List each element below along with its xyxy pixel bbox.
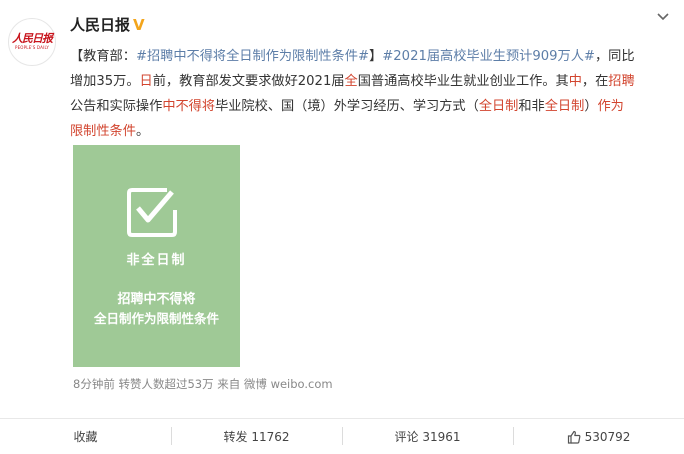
favorite-label: 收藏	[73, 430, 98, 444]
post-text-line: 【教育部：#招聘中不得将全日制作为限制性条件#】#2021届高校毕业生预计909…	[70, 44, 676, 69]
highlighted-text: 限制性条件	[70, 124, 136, 139]
highlighted-text: 全日制	[478, 99, 519, 114]
post-text-segment: 毕业院校、国（境）外学习经历、学习方式（	[215, 99, 479, 114]
post-text-segment: 国普通高校毕业生就业创业工作。其	[357, 74, 569, 89]
post-text-line: 增加35万。日前，教育部发文要求做好2021届全国普通高校毕业生就业创业工作。其…	[70, 69, 676, 94]
highlighted-text: 招聘	[608, 74, 635, 89]
like-button[interactable]: 530792	[513, 419, 684, 454]
hashtag-link[interactable]: #招聘中不得将全日制作为限制性条件#	[136, 49, 369, 64]
checkbox-icon	[127, 188, 177, 237]
post-text-segment: 公告和实际操作	[70, 99, 163, 114]
post-text-segment: 增加35万。	[70, 74, 140, 89]
post-text-segment: ，在	[581, 74, 609, 89]
verified-icon: V	[133, 15, 145, 34]
comment-label: 评论 31961	[394, 430, 461, 444]
hashtag-link[interactable]: #2021届高校毕业生预计909万人#	[382, 49, 595, 64]
repost-button[interactable]: 转发 11762	[171, 419, 342, 454]
post-text-segment: 和非	[518, 99, 545, 114]
thumbs-up-icon	[567, 430, 581, 444]
image-caption-line2: 全日制作为限制性条件	[93, 311, 219, 326]
author-name[interactable]: 人民日报	[70, 14, 130, 35]
post-meta: 8分钟前 转赞人数超过53万 来自 微博 weibo.com	[73, 377, 333, 391]
highlighted-text: 日	[139, 74, 153, 89]
post-text-segment: 。	[135, 124, 150, 139]
favorite-button[interactable]: 收藏	[0, 419, 171, 454]
post-image[interactable]: 非全日制 招聘中不得将 全日制作为限制性条件	[73, 145, 240, 367]
highlighted-text: 全	[344, 74, 358, 89]
image-caption-line1: 招聘中不得将	[117, 292, 196, 307]
post-text-segment: ，同比	[594, 49, 635, 64]
post-text-segment: 】	[369, 49, 383, 64]
post-text-segment: 前，教育部发文要求做好2021届	[152, 74, 345, 89]
weibo-post: 人民日报 PEOPLE'S DAILY 人民日报 V 【教育部：#招聘中不得将全…	[0, 0, 684, 454]
post-text: 【教育部：#招聘中不得将全日制作为限制性条件#】#2021届高校毕业生预计909…	[70, 44, 676, 144]
repost-label: 转发 11762	[223, 430, 290, 444]
chevron-down-icon[interactable]	[656, 12, 670, 22]
highlighted-text: 全日制	[544, 99, 585, 114]
author-name-row: 人民日报 V	[70, 14, 145, 35]
avatar-logo-subtext: PEOPLE'S DAILY	[14, 45, 50, 50]
post-text-line: 限制性条件。	[70, 119, 676, 144]
image-label: 非全日制	[126, 253, 187, 268]
highlighted-text: 中不得将	[162, 99, 216, 114]
avatar[interactable]: 人民日报 PEOPLE'S DAILY	[8, 18, 56, 66]
post-text-line: 公告和实际操作中不得将毕业院校、国（境）外学习经历、学习方式（全日制和非全日制）…	[70, 94, 676, 119]
highlighted-text: 中	[568, 74, 582, 89]
post-text-segment: 【教育部：	[70, 49, 136, 64]
post-text-segment: ）	[584, 99, 598, 114]
like-count: 530792	[584, 429, 631, 444]
avatar-logo-text: 人民日报	[12, 32, 53, 45]
highlighted-text: 作为	[597, 99, 624, 114]
comment-button[interactable]: 评论 31961	[342, 419, 513, 454]
